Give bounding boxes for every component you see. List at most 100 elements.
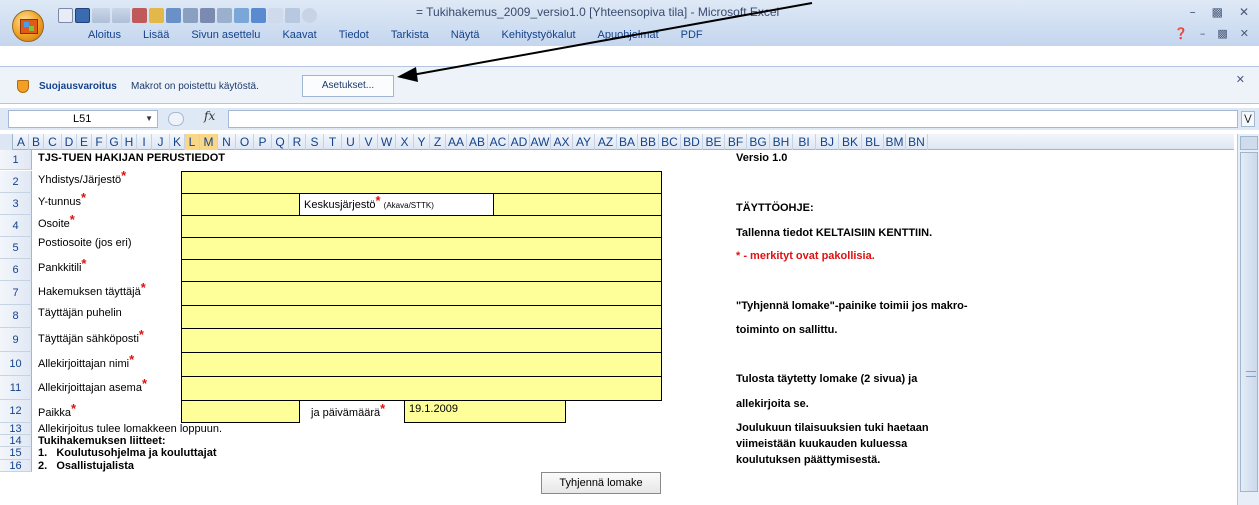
column-header[interactable]: AA	[446, 134, 467, 150]
select-all-corner[interactable]	[0, 134, 13, 150]
column-header[interactable]: P	[254, 134, 272, 150]
vertical-scrollbar[interactable]	[1237, 134, 1259, 505]
new-file-icon[interactable]	[58, 7, 73, 23]
column-header[interactable]: L	[185, 134, 200, 150]
column-header[interactable]: X	[396, 134, 414, 150]
column-header[interactable]: BL	[862, 134, 884, 150]
column-header[interactable]: AD	[509, 134, 530, 150]
row-header[interactable]: 3	[0, 193, 32, 215]
insert-function-icon[interactable]: fx	[204, 109, 215, 123]
column-header[interactable]: U	[342, 134, 360, 150]
row-header[interactable]: 15	[0, 447, 32, 460]
column-header[interactable]: AB	[467, 134, 488, 150]
open-icon[interactable]	[149, 7, 164, 23]
column-header[interactable]: J	[152, 134, 170, 150]
field-tayttajan-sahkoposti[interactable]	[181, 328, 662, 353]
column-header[interactable]: A	[14, 134, 29, 150]
column-header[interactable]: BN	[906, 134, 928, 150]
row-header[interactable]: 7	[0, 281, 32, 305]
row-header[interactable]: 6	[0, 259, 32, 281]
undo-icon[interactable]	[92, 7, 110, 23]
close-icon[interactable]: ✕	[1239, 5, 1249, 19]
workbook-restore-icon[interactable]: ▩	[1217, 27, 1227, 40]
column-header[interactable]: BB	[638, 134, 659, 150]
column-header[interactable]: G	[107, 134, 122, 150]
restore-icon[interactable]: ▩	[1212, 5, 1223, 19]
column-header[interactable]: AC	[488, 134, 509, 150]
column-header[interactable]: C	[44, 134, 62, 150]
column-header[interactable]: AW	[530, 134, 551, 150]
chevron-down-icon[interactable]: ▼	[145, 111, 153, 127]
clear-form-button[interactable]: Tyhjennä lomake	[541, 472, 661, 494]
column-header[interactable]: B	[29, 134, 44, 150]
grid-icon[interactable]	[268, 7, 283, 23]
formula-cancel-icon[interactable]	[168, 112, 184, 126]
column-header[interactable]: BE	[703, 134, 725, 150]
print-preview-icon[interactable]	[166, 7, 181, 23]
field-pankkitili[interactable]	[181, 259, 662, 282]
tab-tiedot[interactable]: Tiedot	[328, 26, 380, 44]
qat-customize-icon[interactable]: =	[416, 5, 423, 19]
formula-input[interactable]	[228, 110, 1238, 128]
column-header[interactable]: M	[200, 134, 218, 150]
field-postiosoite[interactable]	[181, 237, 662, 260]
tab-apuohjelmat[interactable]: Apuohjelmat	[587, 26, 670, 44]
tab-kaavat[interactable]: Kaavat	[271, 26, 327, 44]
column-header[interactable]: BM	[884, 134, 906, 150]
column-header[interactable]: H	[122, 134, 137, 150]
clipboard-icon[interactable]	[217, 7, 232, 23]
field-ytunnus[interactable]	[181, 193, 300, 216]
field-tayttajan-puhelin[interactable]	[181, 305, 662, 329]
column-header[interactable]: AX	[551, 134, 573, 150]
row-header[interactable]: 1	[0, 150, 32, 170]
column-header[interactable]: BA	[617, 134, 638, 150]
row-header[interactable]: 10	[0, 352, 32, 376]
tab-pdf[interactable]: PDF	[670, 26, 714, 44]
row-header[interactable]: 13	[0, 423, 32, 435]
column-header[interactable]: BK	[839, 134, 862, 150]
column-header[interactable]: BH	[770, 134, 793, 150]
worksheet[interactable]: A B C D E F G H I J K L M N O P Q R S T U V W X Y Z AA AB AC AD AW AX AY…	[0, 134, 1259, 505]
column-header[interactable]: E	[77, 134, 92, 150]
field-allekirjoittajan-nimi[interactable]	[181, 352, 662, 377]
workbook-close-icon[interactable]: ✕	[1240, 27, 1249, 40]
column-header[interactable]: Q	[272, 134, 289, 150]
column-header[interactable]: K	[170, 134, 185, 150]
column-header[interactable]: BF	[725, 134, 747, 150]
help-icon[interactable]: ❓	[1174, 27, 1188, 40]
row-header[interactable]: 12	[0, 400, 32, 423]
column-header[interactable]: W	[378, 134, 396, 150]
column-header[interactable]: BJ	[816, 134, 839, 150]
column-header[interactable]: BI	[793, 134, 816, 150]
row-header[interactable]: 4	[0, 215, 32, 237]
column-header[interactable]: O	[236, 134, 254, 150]
column-header[interactable]: AZ	[595, 134, 617, 150]
column-header[interactable]: D	[62, 134, 77, 150]
row-header[interactable]: 9	[0, 328, 32, 352]
tab-sivun-asettelu[interactable]: Sivun asettelu	[180, 26, 271, 44]
row-header[interactable]: 16	[0, 460, 32, 472]
field-allekirjoittajan-asema[interactable]	[181, 376, 662, 401]
name-box[interactable]: L51 ▼	[8, 110, 158, 128]
expand-formula-icon[interactable]: ⋁	[1241, 111, 1255, 127]
scroll-up-icon[interactable]	[1240, 136, 1258, 150]
chart-icon[interactable]	[285, 7, 300, 23]
column-header[interactable]: N	[218, 134, 236, 150]
office-button[interactable]	[12, 10, 44, 42]
page-setup-icon[interactable]	[234, 7, 249, 23]
refresh-icon[interactable]	[302, 7, 317, 23]
row-header[interactable]: 5	[0, 237, 32, 259]
tab-nayta[interactable]: Näytä	[440, 26, 491, 44]
save-icon[interactable]	[75, 7, 90, 23]
row-header[interactable]: 11	[0, 376, 32, 400]
security-close-icon[interactable]: ✕	[1236, 73, 1245, 86]
security-options-button[interactable]: Asetukset...	[302, 75, 394, 97]
field-keskusjarjesto[interactable]	[493, 193, 662, 216]
field-paivamaara[interactable]: 19.1.2009	[404, 400, 566, 423]
row-header[interactable]: 2	[0, 171, 32, 193]
tab-tarkista[interactable]: Tarkista	[380, 26, 440, 44]
column-header[interactable]: Y	[414, 134, 430, 150]
minimize-icon[interactable]: –	[1190, 5, 1196, 19]
column-header[interactable]: R	[289, 134, 306, 150]
column-header[interactable]: T	[324, 134, 342, 150]
